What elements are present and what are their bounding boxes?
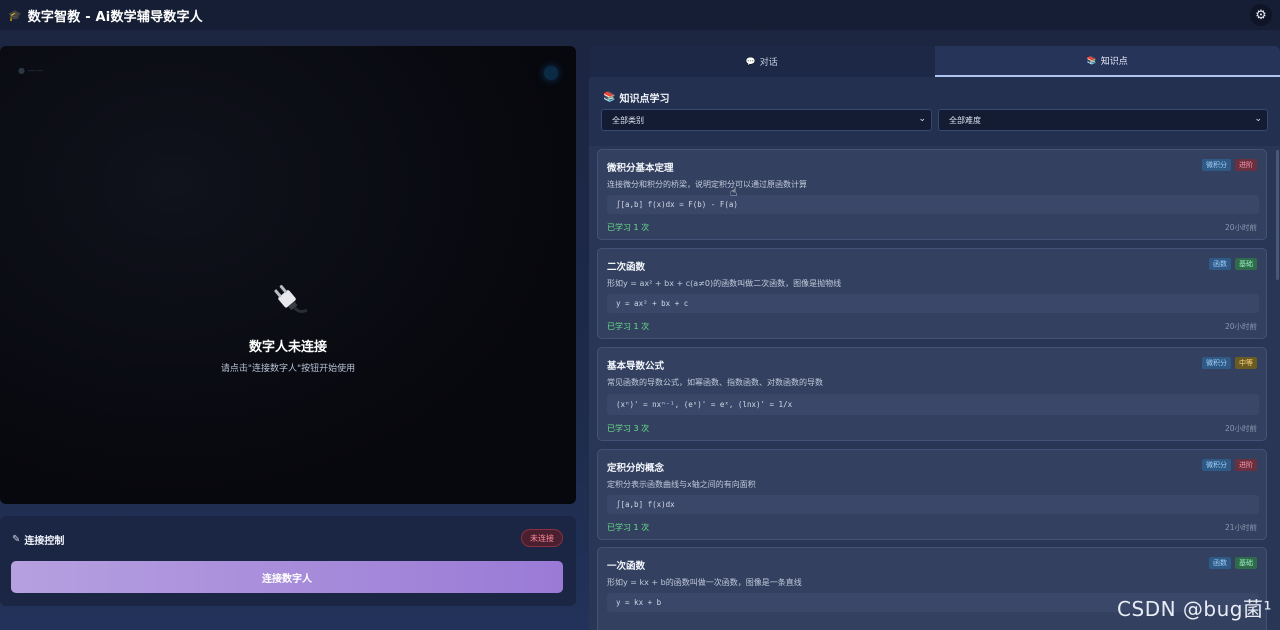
watermark: CSDN @bug菌¹: [1117, 597, 1272, 621]
mouse-cursor-icon: ☝: [730, 185, 738, 199]
knowledge-card[interactable]: 微积分基本定理 微积分 进阶 连接微分和积分的桥梁，说明定积分可以通过原函数计算…: [597, 149, 1267, 240]
connection-title: ✎ 连接控制: [12, 532, 64, 547]
difficulty-tag: 基础: [1235, 258, 1257, 270]
disconnected-title: 数字人未连接: [248, 340, 327, 355]
chevron-down-icon: ⌄: [1254, 114, 1262, 124]
knowledge-card[interactable]: 二次函数 函数 基础 形如y = ax² + bx + c(a≠0)的函数叫做二…: [597, 248, 1267, 339]
knowledge-header-label: 知识点学习: [619, 94, 670, 105]
card-title: 微积分基本定理: [607, 163, 674, 174]
pen-icon: ✎: [12, 534, 21, 545]
connection-control-panel: ✎ 连接控制 未连接 连接数字人: [0, 516, 576, 606]
card-formula: ∫[a,b] f(x)dx = F(b) - F(a): [607, 195, 1259, 214]
disconnected-hint: 请点击"连接数字人"按钮开始使用: [220, 364, 356, 374]
card-description: 形如y = kx + b的函数叫做一次函数，图像是一条直线: [607, 578, 802, 587]
gear-icon: ⚙: [1255, 7, 1267, 23]
books-icon: 📚: [603, 92, 616, 103]
knowledge-list[interactable]: 微积分基本定理 微积分 进阶 连接微分和积分的桥梁，说明定积分可以通过原函数计算…: [589, 146, 1280, 630]
difficulty-select-value: 全部难度: [949, 115, 981, 125]
tab-knowledge-label: 知识点: [1100, 57, 1128, 67]
connect-avatar-button[interactable]: 连接数字人: [11, 561, 563, 593]
category-tag: 微积分: [1202, 459, 1231, 471]
tab-chat-label: 对话: [759, 58, 778, 68]
study-count: 已学习 1 次: [607, 223, 650, 232]
card-title: 一次函数: [607, 561, 646, 572]
card-title: 二次函数: [607, 262, 646, 273]
difficulty-tag: 中等: [1235, 357, 1257, 369]
difficulty-tag: 进阶: [1235, 459, 1257, 471]
plug-icon: [274, 284, 308, 314]
knowledge-card[interactable]: 基本导数公式 微积分 中等 常见函数的导数公式，如幂函数、指数函数、对数函数的导…: [597, 347, 1267, 441]
category-tag: 微积分: [1202, 159, 1231, 171]
card-description: 形如y = ax² + bx + c(a≠0)的函数叫做二次函数，图像是抛物线: [607, 279, 842, 288]
video-indicator-dot: [544, 66, 558, 80]
card-formula: (xⁿ)' = nxⁿ⁻¹, (eˣ)' = eˣ, (lnx)' = 1/x: [607, 394, 1259, 415]
settings-button[interactable]: ⚙: [1250, 4, 1272, 26]
difficulty-tag: 进阶: [1235, 159, 1257, 171]
books-icon: 📚: [1086, 56, 1097, 65]
list-scrollbar[interactable]: [1276, 150, 1279, 280]
study-count: 已学习 3 次: [607, 424, 650, 433]
difficulty-tag: 基础: [1235, 557, 1257, 569]
category-tag: 微积分: [1202, 357, 1231, 369]
tab-bar: 💬 对话 📚 知识点: [589, 46, 1280, 77]
video-status-indicator: ● ——: [18, 66, 44, 75]
study-count: 已学习 1 次: [607, 523, 650, 532]
category-select[interactable]: 全部类别 ⌄: [601, 109, 932, 131]
study-count: 已学习 1 次: [607, 322, 650, 331]
knowledge-header: 📚 知识点学习: [603, 90, 669, 105]
top-bar: 🎓 数字智教 - Ai数学辅导数字人 ⚙: [0, 0, 1280, 30]
knowledge-panel: 💬 对话 📚 知识点 📚 知识点学习 全部类别 ⌄ 全部难度 ⌄ 微积分基本定理…: [589, 46, 1280, 630]
chevron-down-icon: ⌄: [918, 114, 926, 124]
card-timestamp: 20小时前: [1224, 424, 1257, 433]
knowledge-card[interactable]: 定积分的概念 微积分 进阶 定积分表示函数曲线与x轴之间的有向面积 ∫[a,b]…: [597, 449, 1267, 540]
connection-title-label: 连接控制: [24, 536, 65, 547]
card-formula: y = ax² + bx + c: [607, 294, 1259, 313]
card-timestamp: 21小时前: [1224, 523, 1257, 532]
card-title: 基本导数公式: [607, 361, 665, 372]
card-formula: ∫[a,b] f(x)dx: [607, 495, 1259, 514]
chat-bubble-icon: 💬: [745, 57, 756, 66]
category-tag: 函数: [1209, 258, 1231, 270]
card-description: 连接微分和积分的桥梁，说明定积分可以通过原函数计算: [607, 180, 807, 189]
graduation-cap-icon: 🎓: [8, 8, 22, 22]
card-title: 定积分的概念: [607, 463, 665, 474]
category-tag: 函数: [1209, 557, 1231, 569]
tab-knowledge[interactable]: 📚 知识点: [934, 46, 1280, 77]
card-description: 常见函数的导数公式，如幂函数、指数函数、对数函数的导数: [607, 378, 823, 387]
card-timestamp: 20小时前: [1224, 223, 1257, 232]
card-timestamp: 20小时前: [1224, 322, 1257, 331]
avatar-video-panel: ● —— 数字人未连接 请点击"连接数字人"按钮开始使用: [0, 46, 576, 504]
status-badge: 未连接: [521, 529, 563, 547]
app-title: 数字智教 - Ai数学辅导数字人: [27, 9, 203, 25]
card-description: 定积分表示函数曲线与x轴之间的有向面积: [607, 480, 756, 489]
category-select-value: 全部类别: [612, 115, 644, 125]
tab-chat[interactable]: 💬 对话: [589, 46, 935, 77]
difficulty-select[interactable]: 全部难度 ⌄: [938, 109, 1268, 131]
